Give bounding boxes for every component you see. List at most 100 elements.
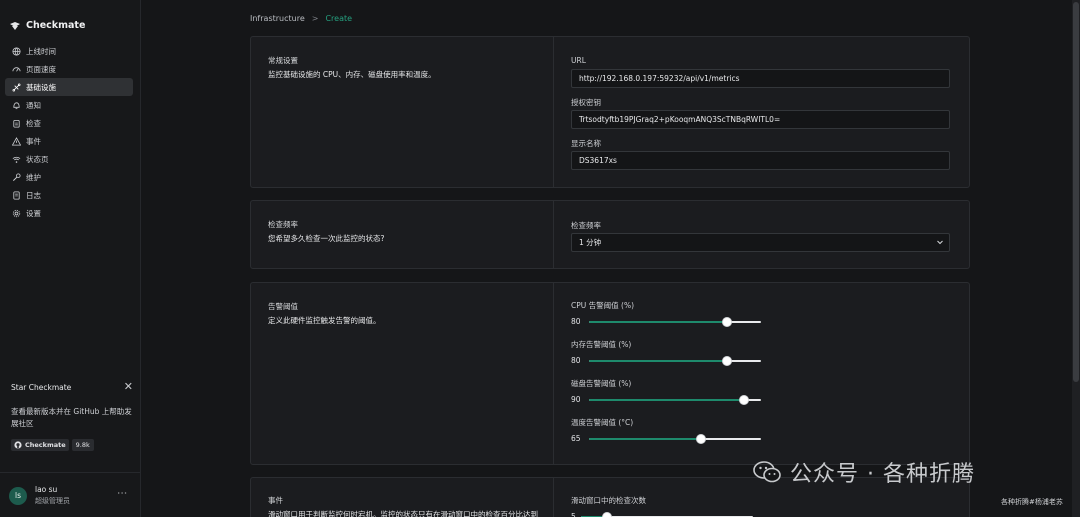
sidebar-item-incidents[interactable]: 事件 (5, 132, 133, 150)
scrollbar-thumb[interactable] (1073, 2, 1079, 382)
window-checks-label: 滑动窗口中的检查次数 (571, 496, 646, 505)
sidebar-item-logs[interactable]: 日志 (5, 186, 133, 204)
slider-thumb[interactable] (721, 317, 732, 327)
memory-threshold-slider[interactable] (589, 356, 761, 366)
close-icon[interactable]: ✕ (124, 380, 133, 393)
app-name: Checkmate (26, 19, 86, 31)
watermark: 公众号 · 各种折腾 (752, 456, 975, 488)
star-card-title: Star Checkmate (11, 383, 72, 392)
user-divider (0, 472, 141, 473)
breadcrumb-current: Create (325, 14, 353, 23)
signal-icon (12, 155, 21, 164)
slider-thumb[interactable] (695, 434, 706, 444)
sidebar-item-notifications[interactable]: 通知 (5, 96, 133, 114)
sidebar-item-label: 通知 (26, 100, 41, 110)
star-card: Star Checkmate ✕ 查看最新版本并在 GitHub 上帮助发展社区… (11, 380, 133, 451)
infrastructure-icon (12, 83, 21, 92)
sidebar-item-label: 页面速度 (26, 64, 56, 74)
warning-icon (12, 136, 21, 146)
avatar: ls (9, 486, 27, 505)
sidebar-item-label: 基础设施 (26, 82, 56, 92)
gear-icon (12, 209, 21, 218)
url-label: URL (571, 56, 586, 65)
incidents-desc: 滑动窗口用于判断监控何时宕机。监控的状态只有在滑动窗口中的检查百分比达到 (268, 510, 538, 517)
temperature-threshold-value: 65 (571, 434, 581, 443)
cpu-threshold-value: 80 (571, 317, 581, 326)
sidebar-item-label: 状态页 (26, 154, 49, 164)
temperature-threshold-label: 温度告警阈值 (°C) (571, 418, 634, 427)
general-settings-desc: 监控基础设施的 CPU、内存、磁盘使用率和温度。 (268, 70, 436, 79)
frequency-desc: 您希望多久检查一次此监控的状态? (268, 234, 385, 243)
sidebar-item-label: 设置 (26, 208, 41, 218)
sidebar-item-checks[interactable]: 检查 (5, 114, 133, 132)
card-divider (553, 283, 554, 464)
slider-thumb[interactable] (601, 512, 612, 517)
card-divider (553, 37, 554, 187)
wechat-icon (753, 461, 781, 483)
card-divider (553, 478, 554, 517)
memory-threshold-label: 内存告警阈值 (%) (571, 340, 632, 349)
disk-threshold-value: 90 (571, 395, 581, 404)
slider-fill (589, 360, 727, 362)
frequency-select-value: 1 分钟 (579, 238, 602, 247)
breadcrumb: Infrastructure > Create (250, 14, 352, 23)
display-name-label: 显示名称 (571, 139, 601, 148)
wrench-icon (12, 172, 21, 182)
sidebar-item-pagespeed[interactable]: 页面速度 (5, 60, 133, 78)
sidebar-item-label: 日志 (26, 190, 41, 200)
frequency-select[interactable]: 1 分钟 (571, 233, 950, 252)
slider-thumb[interactable] (721, 356, 732, 366)
temperature-threshold-slider[interactable] (589, 434, 761, 444)
sidebar-item-maintenance[interactable]: 维护 (5, 168, 133, 186)
clipboard-icon (12, 119, 21, 128)
log-icon (12, 190, 21, 200)
incidents-title: 事件 (268, 496, 283, 505)
sidebar-item-uptime[interactable]: 上线时间 (5, 42, 133, 60)
user-profile[interactable]: ls lao su 超级管理员 (9, 485, 70, 506)
general-settings-title: 常规设置 (268, 56, 298, 65)
checkmate-logo-icon (10, 22, 20, 30)
cpu-threshold-label: CPU 告警阈值 (%) (571, 301, 634, 310)
display-name-input[interactable]: DS3617xs (571, 151, 950, 170)
page-scrollbar[interactable] (1072, 0, 1080, 517)
star-card-desc: 查看最新版本并在 GitHub 上帮助发展社区 (11, 407, 132, 428)
github-badge[interactable]: Checkmate (11, 439, 69, 451)
cpu-threshold-slider[interactable] (589, 317, 761, 327)
sidebar-item-infrastructure[interactable]: 基础设施 (5, 78, 133, 96)
sidebar-item-status-page[interactable]: 状态页 (5, 150, 133, 168)
globe-icon (12, 46, 21, 56)
more-options-icon[interactable]: ⋮ (116, 488, 127, 496)
disk-threshold-label: 磁盘告警阈值 (%) (571, 379, 632, 388)
breadcrumb-separator: > (311, 14, 319, 23)
window-checks-value: 5 (571, 512, 576, 517)
sidebar: Checkmate 上线时间 页面速度 基础设施 通知 检查 事件 状态页 维护… (0, 0, 141, 517)
brand[interactable]: Checkmate (9, 19, 85, 31)
sidebar-nav: 上线时间 页面速度 基础设施 通知 检查 事件 状态页 维护 日志 设置 (5, 42, 133, 222)
user-role: 超级管理员 (35, 497, 70, 505)
card-divider (553, 201, 554, 268)
sidebar-item-label: 检查 (26, 118, 41, 128)
speedometer-icon (12, 65, 21, 74)
secret-input[interactable]: Trtsodtyftb19PJGraq2+pKooqmANQ3ScTNBqRWI… (571, 110, 950, 129)
disk-threshold-slider[interactable] (589, 395, 761, 405)
slider-fill (589, 399, 744, 401)
watermark-text: 公众号 · 各种折腾 (790, 462, 975, 487)
breadcrumb-parent[interactable]: Infrastructure (250, 14, 305, 23)
sidebar-item-label: 维护 (26, 172, 41, 182)
sidebar-item-settings[interactable]: 设置 (5, 204, 133, 222)
slider-thumb[interactable] (738, 395, 749, 405)
sidebar-item-label: 上线时间 (26, 46, 56, 56)
user-name: lao su (35, 485, 58, 494)
url-input[interactable]: http://192.168.0.197:59232/api/v1/metric… (571, 69, 950, 88)
github-badge-label: Checkmate (25, 441, 66, 449)
memory-threshold-value: 80 (571, 356, 581, 365)
secret-label: 授权密钥 (571, 98, 601, 107)
thresholds-card: 告警阈值 定义此硬件监控触发告警的阈值。 CPU 告警阈值 (%) 80 内存告… (250, 282, 970, 465)
general-settings-card: 常规设置 监控基础设施的 CPU、内存、磁盘使用率和温度。 URL http:/… (250, 36, 970, 188)
frequency-title: 检查频率 (268, 220, 298, 229)
slider-fill (589, 438, 701, 440)
slider-fill (589, 321, 727, 323)
watermark-small-text: 各种折腾#杨浦老苏 (1001, 498, 1063, 506)
bell-icon (12, 101, 21, 110)
github-badge-row[interactable]: Checkmate 9.8k (11, 439, 133, 451)
